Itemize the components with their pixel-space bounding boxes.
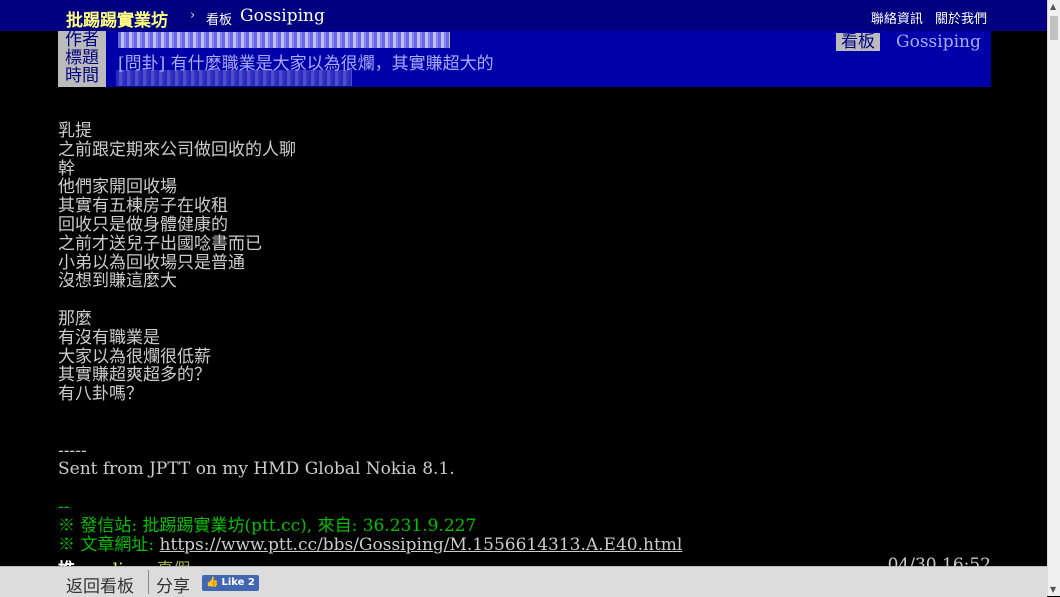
scroll-down-arrow-icon[interactable]: ▼ (1050, 585, 1056, 594)
body-line: 那麼 (58, 308, 92, 329)
article-url-link[interactable]: https://www.ptt.cc/bbs/Gossiping/M.15566… (160, 535, 683, 555)
body-line: 之前才送兒子出國唸書而已 (58, 233, 262, 254)
title-label: 標題 (58, 49, 106, 67)
body-line: 幹 (58, 158, 75, 179)
body-line: 有沒有職業是 (58, 327, 160, 348)
body-line: 回收只是做身體健康的 (58, 214, 228, 235)
breadcrumb-board-label: 看板 (206, 13, 233, 28)
body-line: 之前跟定期來公司做回收的人聊 (58, 139, 296, 160)
top-navbar: 批踢踢實業坊 › 看板 Gossiping 聯絡資訊 關於我們 (0, 0, 1047, 31)
site-brand-link[interactable]: 批踢踢實業坊 (66, 6, 168, 31)
body-line (58, 404, 682, 423)
share-button[interactable]: 分享 (156, 572, 190, 597)
facebook-like-label: Like 2 (221, 577, 255, 588)
article-body: 乳提 之前跟定期來公司做回收的人聊 幹 他們家開回收場 其實有五棟房子在收租 回… (58, 122, 682, 554)
time-redacted (116, 70, 352, 86)
facebook-like-button[interactable]: 👍 Like 2 (202, 575, 259, 591)
body-line (58, 423, 682, 442)
time-label: 時間 (58, 67, 106, 87)
body-line (58, 479, 682, 498)
body-line: 沒想到賺這麼大 (58, 271, 177, 292)
body-line (58, 291, 682, 310)
breadcrumb-board-link[interactable]: Gossiping (240, 6, 325, 26)
bottom-bar: 返回看板 分享 👍 Like 2 (0, 566, 1047, 597)
footer-divider: -- (58, 496, 70, 517)
body-line: 小弟以為回收場只是普通 (58, 252, 245, 273)
about-link[interactable]: 關於我們 (935, 12, 987, 27)
bottom-divider (148, 570, 149, 594)
thumbs-up-icon: 👍 (206, 577, 219, 588)
board-name: Gossiping (896, 32, 981, 52)
breadcrumb-separator-icon: › (190, 8, 196, 23)
back-to-board-button[interactable]: 返回看板 (66, 572, 134, 597)
body-line: 他們家開回收場 (58, 177, 177, 198)
vertical-scrollbar[interactable]: ▲ ▼ (1047, 0, 1060, 596)
article-metadata: 作者 標題 時間 [問卦] 有什麼職業是大家以為很爛，其實賺超大的 看板 Gos… (58, 31, 991, 87)
author-label: 作者 (58, 31, 106, 49)
scroll-thumb[interactable] (1050, 16, 1058, 40)
body-line: 其實有五棟房子在收租 (58, 196, 228, 217)
body-line: 大家以為很爛很低薪 (58, 346, 211, 367)
signature-text: Sent from JPTT on my HMD Global Nokia 8.… (58, 459, 455, 480)
scroll-up-arrow-icon[interactable]: ▲ (1050, 2, 1056, 11)
body-line: 乳提 (58, 121, 92, 141)
contact-link[interactable]: 聯絡資訊 (871, 12, 923, 27)
source-info: ※ 發信站: 批踢踢實業坊(ptt.cc), 來自: 36.231.9.227 (58, 515, 477, 536)
article-url-label: ※ 文章網址: (58, 534, 160, 555)
article-url-row: ※ 文章網址: https://www.ptt.cc/bbs/Gossiping… (58, 534, 683, 555)
body-line: 有八卦嗎？ (58, 384, 143, 405)
board-label: 看板 (836, 33, 880, 51)
author-redacted (118, 32, 450, 48)
signature-divider: ----- (58, 440, 87, 461)
body-line: 其實賺超爽超多的？ (58, 365, 211, 386)
top-links: 聯絡資訊 關於我們 (863, 8, 987, 27)
